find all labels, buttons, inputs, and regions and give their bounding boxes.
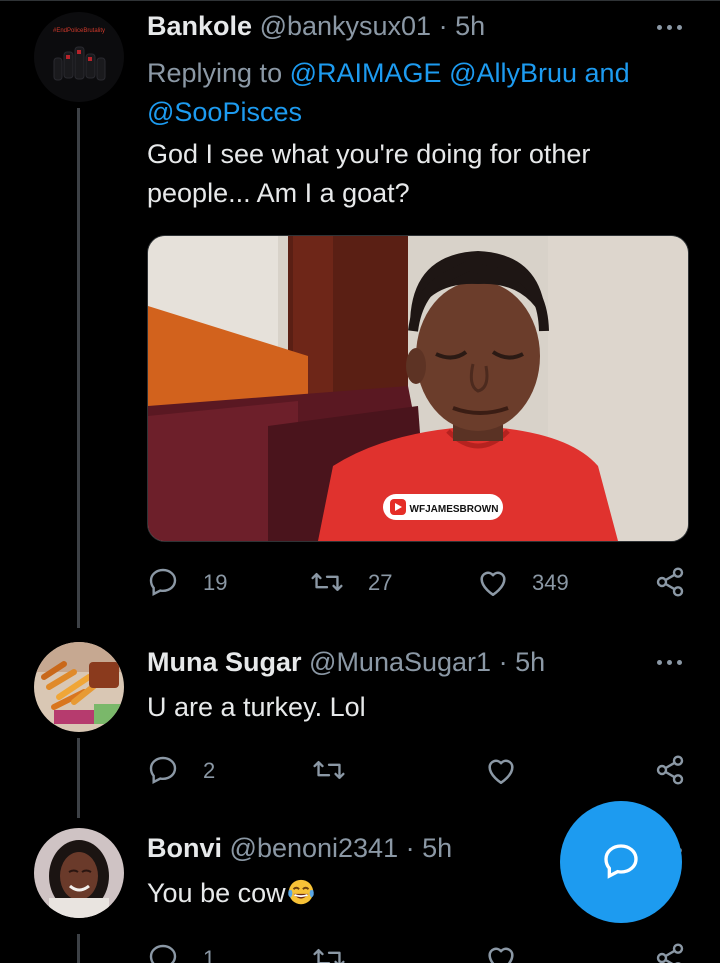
mention-link[interactable]: @AllyBruu: [449, 58, 577, 88]
profile-photo-avatar-icon: [34, 828, 124, 918]
author-handle[interactable]: @bankysux01: [260, 11, 432, 41]
reply-button[interactable]: 19: [147, 562, 267, 602]
avatar-label: #EndPoliceBrutality: [53, 28, 105, 34]
thread-line: [77, 108, 80, 628]
mention-link[interactable]: @RAIMAGE: [290, 58, 442, 88]
like-button[interactable]: [484, 938, 544, 963]
like-icon: [488, 759, 514, 785]
timestamp[interactable]: 5h: [515, 647, 545, 677]
reply-icon: [149, 568, 177, 596]
tweet-header: Bankole @bankysux01 · 5h: [147, 10, 485, 42]
replying-to: Replying to @RAIMAGE @AllyBruu and @SooP…: [147, 54, 667, 132]
author-handle[interactable]: @benoni2341: [230, 833, 399, 863]
retweet-count: 27: [368, 570, 393, 595]
mention-link[interactable]: and: [585, 58, 630, 88]
more-icon[interactable]: [655, 23, 685, 33]
video-frame-illustration: WFJAMESBROWN: [148, 236, 688, 541]
share-icon: [656, 755, 684, 785]
author-name[interactable]: Muna Sugar: [147, 647, 302, 677]
like-button[interactable]: 349: [476, 562, 596, 602]
tweet-text-content: You be cow: [147, 878, 286, 908]
like-icon: [480, 571, 506, 597]
tweet-text: U are a turkey. Lol: [147, 692, 366, 722]
reply-thread-screen: #EndPoliceBrutality Bankole @bankysux01: [0, 0, 720, 963]
like-icon: [488, 947, 514, 963]
tweet-header: Muna Sugar @MunaSugar1 · 5h: [147, 646, 545, 678]
tweet-actions: 1: [0, 938, 720, 963]
retweet-button[interactable]: 27: [310, 562, 430, 602]
video-watermark: WFJAMESBROWN: [410, 504, 499, 515]
tweet-media-image[interactable]: WFJAMESBROWN: [147, 235, 689, 542]
like-count: 349: [532, 570, 569, 595]
share-button[interactable]: [654, 562, 688, 602]
reply-count: 2: [203, 758, 216, 783]
more-icon[interactable]: [655, 658, 685, 668]
avatar[interactable]: [34, 642, 124, 732]
tweet-muna-sugar[interactable]: Muna Sugar @MunaSugar1 · 5h U are a turk…: [0, 620, 720, 818]
separator: ·: [498, 647, 508, 677]
share-icon: [656, 567, 684, 597]
retweet-button[interactable]: [312, 750, 372, 790]
avatar[interactable]: [34, 828, 124, 918]
face-with-tears-of-joy-icon: [287, 879, 314, 905]
share-icon: [656, 943, 684, 963]
tweet-actions: 19 27 349: [0, 562, 720, 602]
reply-count: 19: [203, 570, 228, 595]
author-handle[interactable]: @MunaSugar1: [309, 647, 491, 677]
tweet-header: Bonvi @benoni2341 · 5h: [147, 832, 452, 864]
retweet-button[interactable]: [312, 938, 372, 963]
food-avatar-icon: [34, 642, 124, 732]
share-button[interactable]: [654, 750, 688, 790]
retweet-icon: [311, 572, 343, 592]
separator: ·: [405, 833, 415, 863]
replying-to-prefix: Replying to: [147, 58, 283, 88]
timestamp[interactable]: 5h: [422, 833, 452, 863]
reply-button[interactable]: 1: [147, 938, 267, 963]
mention-link[interactable]: @SooPisces: [147, 97, 302, 127]
like-button[interactable]: [484, 750, 544, 790]
avatar[interactable]: #EndPoliceBrutality: [34, 12, 124, 102]
compose-reply-button[interactable]: [560, 801, 682, 923]
end-police-brutality-avatar-icon: #EndPoliceBrutality: [34, 12, 124, 102]
reply-count: 1: [203, 946, 216, 963]
retweet-icon: [313, 948, 345, 963]
author-name[interactable]: Bonvi: [147, 833, 222, 863]
author-name[interactable]: Bankole: [147, 11, 252, 41]
timestamp[interactable]: 5h: [455, 11, 485, 41]
reply-icon: [149, 756, 177, 784]
tweet-actions: 2: [0, 750, 720, 790]
separator: ·: [438, 11, 448, 41]
retweet-icon: [313, 760, 345, 780]
tweet-text: God I see what you're doing for other pe…: [147, 139, 591, 208]
tweet-bankole[interactable]: #EndPoliceBrutality Bankole @bankysux01: [0, 0, 720, 628]
compose-reply-icon: [604, 844, 638, 879]
reply-button[interactable]: 2: [147, 750, 267, 790]
reply-icon: [149, 944, 177, 963]
share-button[interactable]: [654, 938, 688, 963]
